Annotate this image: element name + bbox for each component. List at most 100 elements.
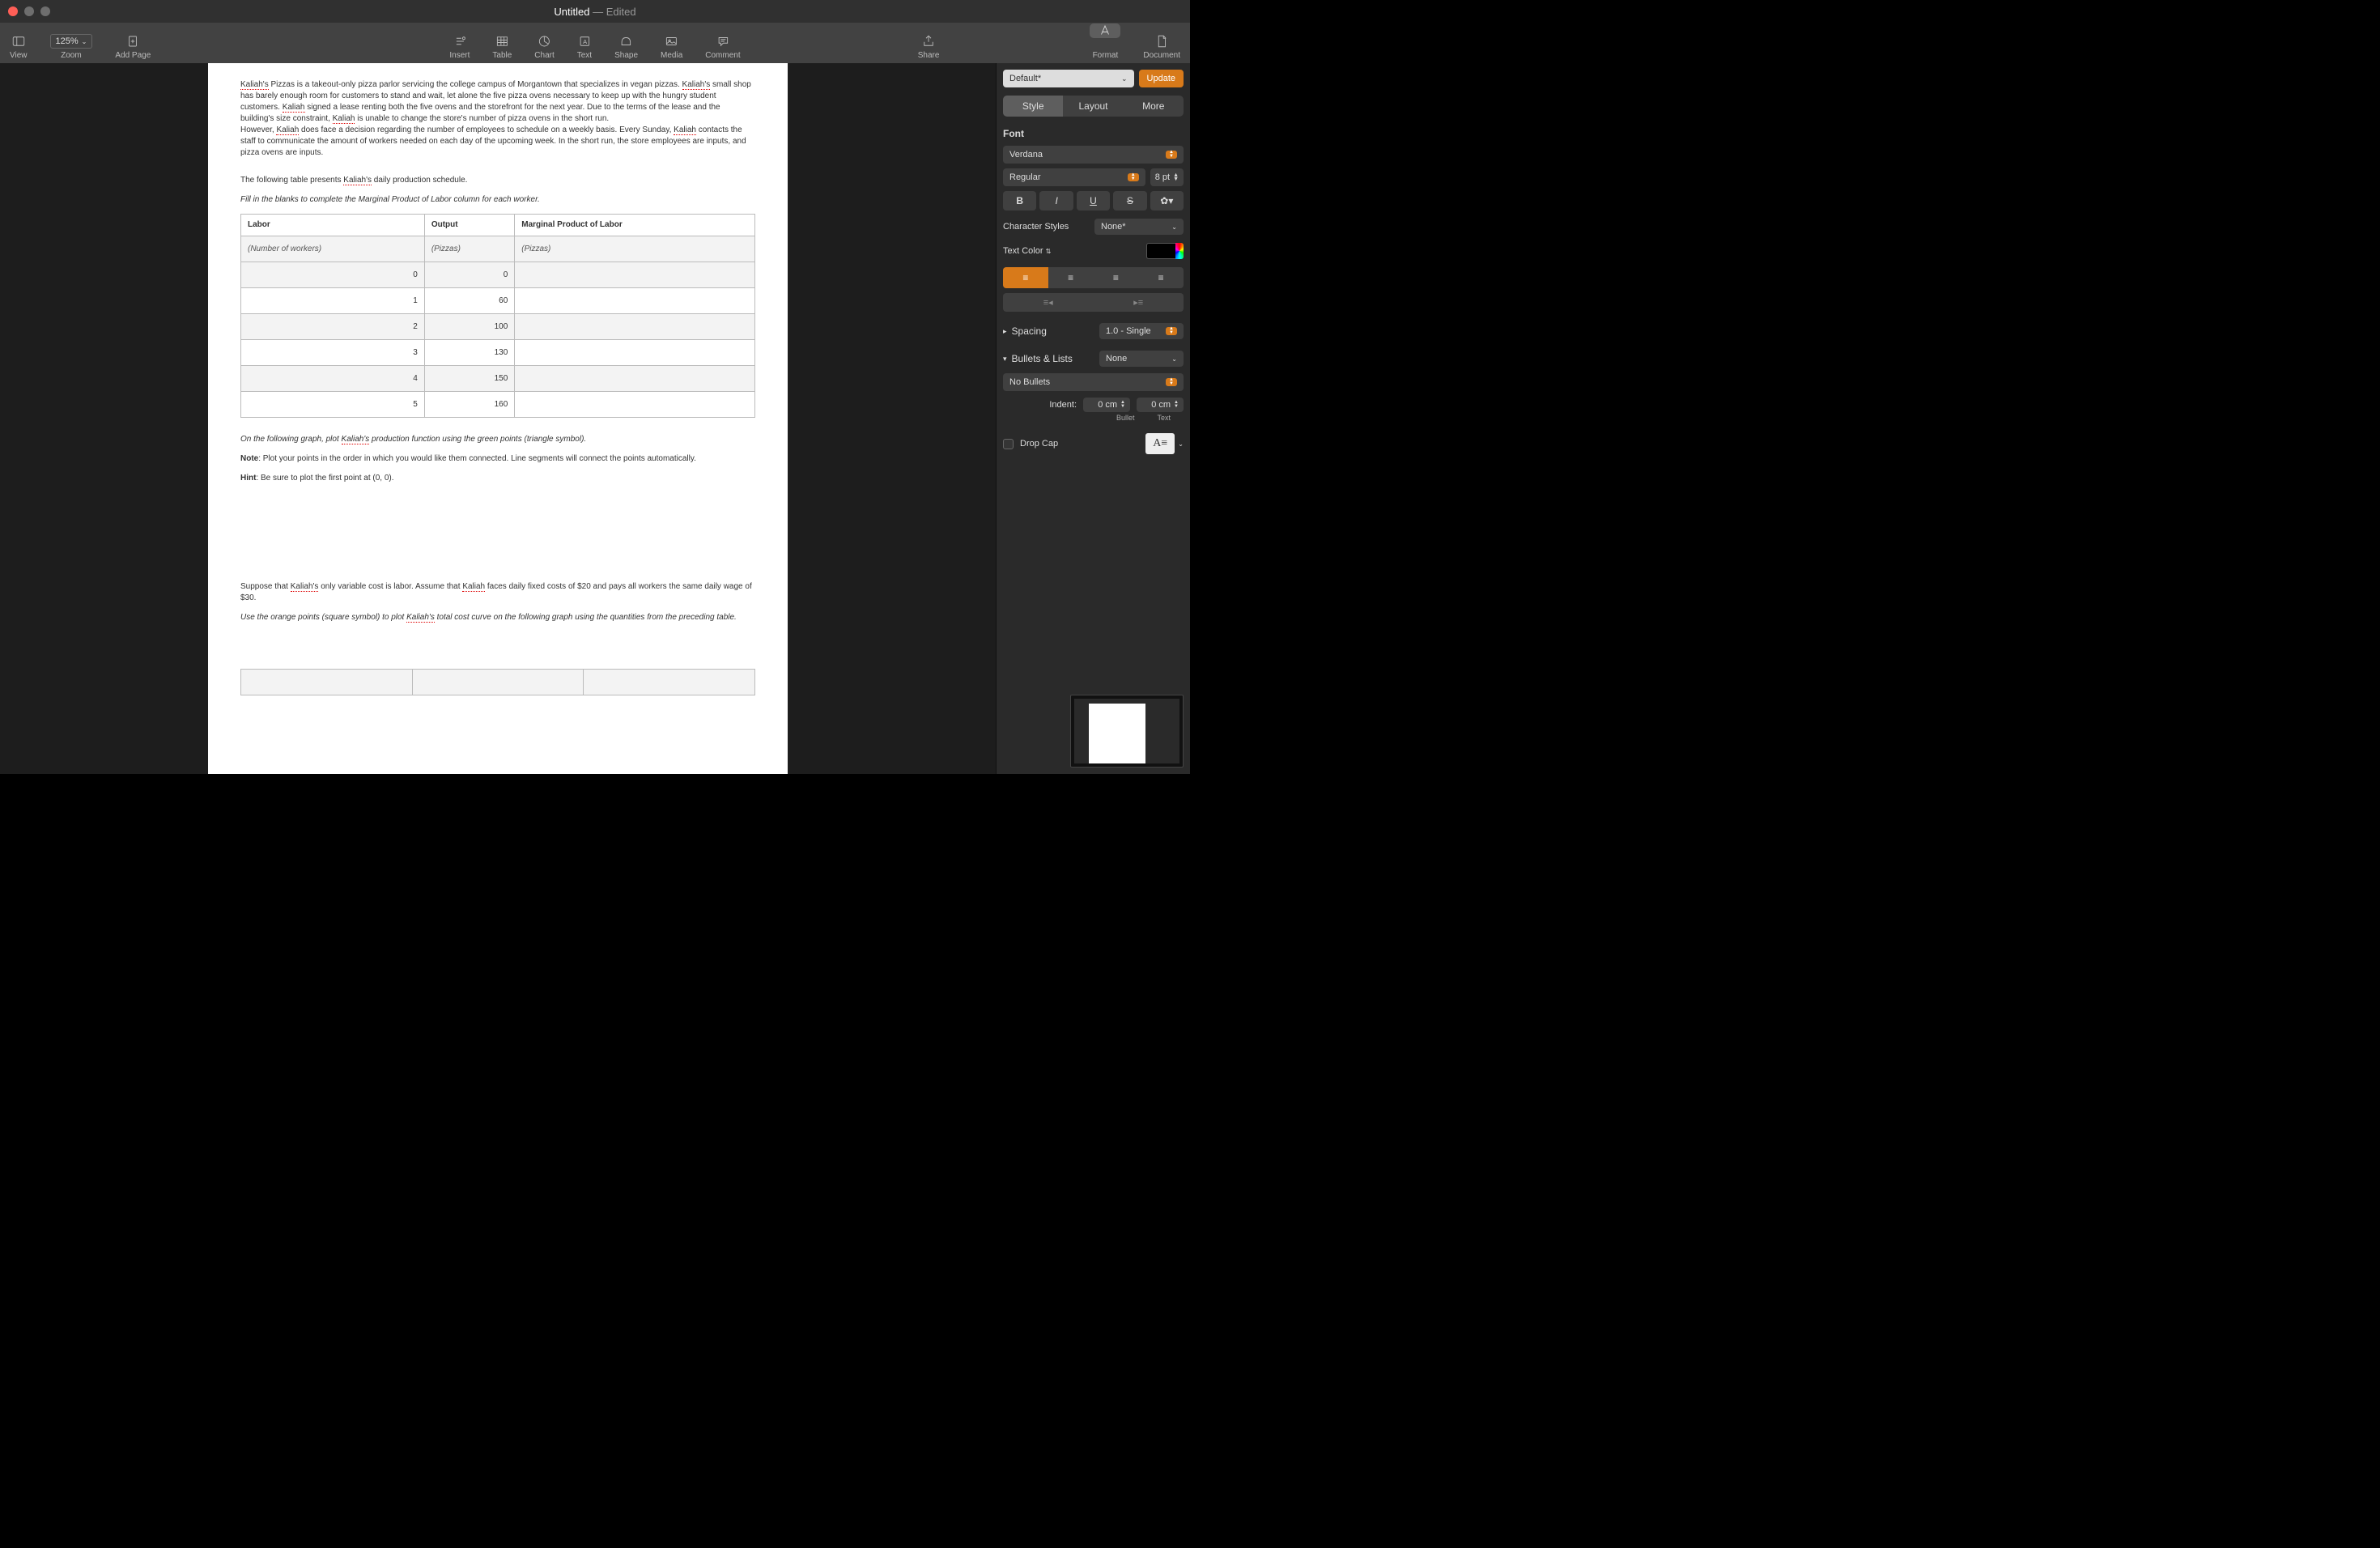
align-center-button[interactable]: ≡ <box>1048 267 1094 288</box>
align-left-button[interactable]: ≡ <box>1003 267 1048 288</box>
text-color-label[interactable]: Text Color ⇅ <box>1003 246 1051 256</box>
stepper-arrows-icon: ▲▼ <box>1166 151 1177 159</box>
stepper-arrows-icon: ▲▼ <box>1166 378 1177 386</box>
page[interactable]: Kaliah's Pizzas is a takeout-only pizza … <box>208 63 788 774</box>
zoom-label: Zoom <box>61 51 82 60</box>
gear-icon: ✿▾ <box>1160 195 1173 206</box>
align-right-icon: ≡ <box>1113 272 1119 283</box>
text-icon: A <box>577 34 592 49</box>
outdent-icon: ≡◂ <box>1043 298 1053 308</box>
stepper-arrows-icon: ▲▼ <box>1166 327 1177 335</box>
add-page-button[interactable]: Add Page <box>115 34 151 60</box>
chart-button[interactable]: Chart <box>534 34 554 60</box>
align-right-button[interactable]: ≡ <box>1094 267 1139 288</box>
paragraph-3: The following table presents Kaliah's da… <box>240 175 755 186</box>
align-center-icon: ≡ <box>1068 272 1073 283</box>
font-size-stepper[interactable]: 8 pt ▲▼ <box>1150 168 1184 186</box>
strike-button[interactable]: S <box>1113 191 1146 211</box>
align-left-icon: ≡ <box>1022 272 1028 283</box>
bullet-sublabel: Bullet <box>1116 414 1135 422</box>
dropcap-preview-icon[interactable]: A≡ <box>1145 433 1175 454</box>
media-button[interactable]: Media <box>661 34 682 60</box>
bold-button[interactable]: B <box>1003 191 1036 211</box>
stepper-arrows-icon: ▲▼ <box>1120 401 1125 409</box>
bullet-indent-stepper[interactable]: 0 cm▲▼ <box>1083 398 1130 412</box>
paragraph-6: Note: Plot your points in the order in w… <box>240 453 755 465</box>
bullets-type-select[interactable]: No Bullets ▲▼ <box>1003 373 1184 391</box>
tab-layout[interactable]: Layout <box>1063 96 1123 117</box>
document-button[interactable]: Document <box>1143 34 1180 60</box>
font-weight-select[interactable]: Regular ▲▼ <box>1003 168 1145 186</box>
stepper-arrows-icon: ▲▼ <box>1173 173 1179 181</box>
format-icon <box>1090 23 1120 38</box>
align-justify-button[interactable]: ≡ <box>1138 267 1184 288</box>
stepper-arrows-icon: ▲▼ <box>1128 173 1139 181</box>
inspector-tabs: Style Layout More <box>1003 96 1184 117</box>
chevron-down-icon: ⌄ <box>82 38 87 45</box>
text-button[interactable]: AText <box>577 34 592 60</box>
outdent-button[interactable]: ≡◂ <box>1003 293 1094 312</box>
font-header: Font <box>1003 128 1184 139</box>
minimize-window-button[interactable] <box>24 6 34 16</box>
paragraph-7: Hint: Be sure to plot the first point at… <box>240 473 755 484</box>
spacing-disclosure[interactable]: ▸ Spacing 1.0 - Single ▲▼ <box>1003 323 1184 339</box>
bullets-preset-select[interactable]: None ⌄ <box>1099 351 1184 367</box>
chevron-down-icon: ⌄ <box>1178 440 1184 448</box>
svg-text:A: A <box>583 38 587 45</box>
doc-title: Untitled <box>554 6 589 18</box>
dropcap-label: Drop Cap <box>1020 439 1058 449</box>
insert-icon <box>453 34 467 49</box>
spacing-select[interactable]: 1.0 - Single ▲▼ <box>1099 323 1184 339</box>
page-navigator-thumbnail[interactable] <box>1070 695 1184 768</box>
media-icon <box>665 34 679 49</box>
font-more-button[interactable]: ✿▾ <box>1150 191 1184 211</box>
document-canvas[interactable]: Kaliah's Pizzas is a takeout-only pizza … <box>0 63 996 774</box>
insert-button[interactable]: Insert <box>449 34 470 60</box>
italic-button[interactable]: I <box>1039 191 1073 211</box>
character-styles-select[interactable]: None* ⌄ <box>1094 219 1184 235</box>
paragraph-1: Kaliah's Pizzas is a takeout-only pizza … <box>240 79 755 159</box>
chevron-down-icon: ⌄ <box>1121 74 1128 83</box>
stepper-arrows-icon: ▲▼ <box>1174 401 1179 409</box>
comment-icon <box>716 34 730 49</box>
format-button[interactable]: Format <box>1090 23 1120 60</box>
font-family-select[interactable]: Verdana ▲▼ <box>1003 146 1184 164</box>
indent-label: Indent: <box>1049 400 1077 410</box>
text-indent-stepper[interactable]: 0 cm▲▼ <box>1137 398 1184 412</box>
paragraph-8: Suppose that Kaliah's only variable cost… <box>240 581 755 604</box>
zoom-select[interactable]: 125% ⌄ <box>50 34 93 49</box>
dropcap-checkbox[interactable] <box>1003 439 1014 449</box>
chevron-down-icon: ⌄ <box>1171 355 1177 363</box>
zoom-window-button[interactable] <box>40 6 50 16</box>
tab-style[interactable]: Style <box>1003 96 1063 117</box>
th-output: Output <box>424 215 514 236</box>
table-button[interactable]: Table <box>492 34 512 60</box>
view-button[interactable]: View <box>10 34 28 60</box>
window-title: Untitled — Edited <box>554 6 635 18</box>
shape-button[interactable]: Shape <box>614 34 638 60</box>
tab-more[interactable]: More <box>1124 96 1184 117</box>
underline-button[interactable]: U <box>1077 191 1110 211</box>
document-icon <box>1154 34 1169 49</box>
updown-icon: ⇅ <box>1046 248 1052 255</box>
close-window-button[interactable] <box>8 6 18 16</box>
paragraph-style-select[interactable]: Default* ⌄ <box>1003 70 1134 87</box>
window-controls <box>8 6 50 16</box>
align-justify-icon: ≡ <box>1158 272 1164 283</box>
share-button[interactable]: Share <box>918 34 940 60</box>
comment-button[interactable]: Comment <box>705 34 740 60</box>
paragraph-4: Fill in the blanks to complete the Margi… <box>240 194 755 206</box>
format-inspector: Default* ⌄ Update Style Layout More Font… <box>996 63 1190 774</box>
th-labor: Labor <box>241 215 425 236</box>
update-style-button[interactable]: Update <box>1139 70 1184 87</box>
share-icon <box>921 34 936 49</box>
edited-indicator: — Edited <box>589 6 635 18</box>
titlebar: Untitled — Edited <box>0 0 1190 23</box>
shape-icon <box>619 34 634 49</box>
bullets-disclosure[interactable]: ▾ Bullets & Lists None ⌄ <box>1003 351 1184 367</box>
chevron-down-icon: ⌄ <box>1171 223 1177 231</box>
chevron-down-icon: ▾ <box>1003 355 1007 364</box>
text-sublabel: Text <box>1157 414 1171 422</box>
text-color-swatch[interactable] <box>1146 243 1184 259</box>
indent-button[interactable]: ▸≡ <box>1094 293 1184 312</box>
